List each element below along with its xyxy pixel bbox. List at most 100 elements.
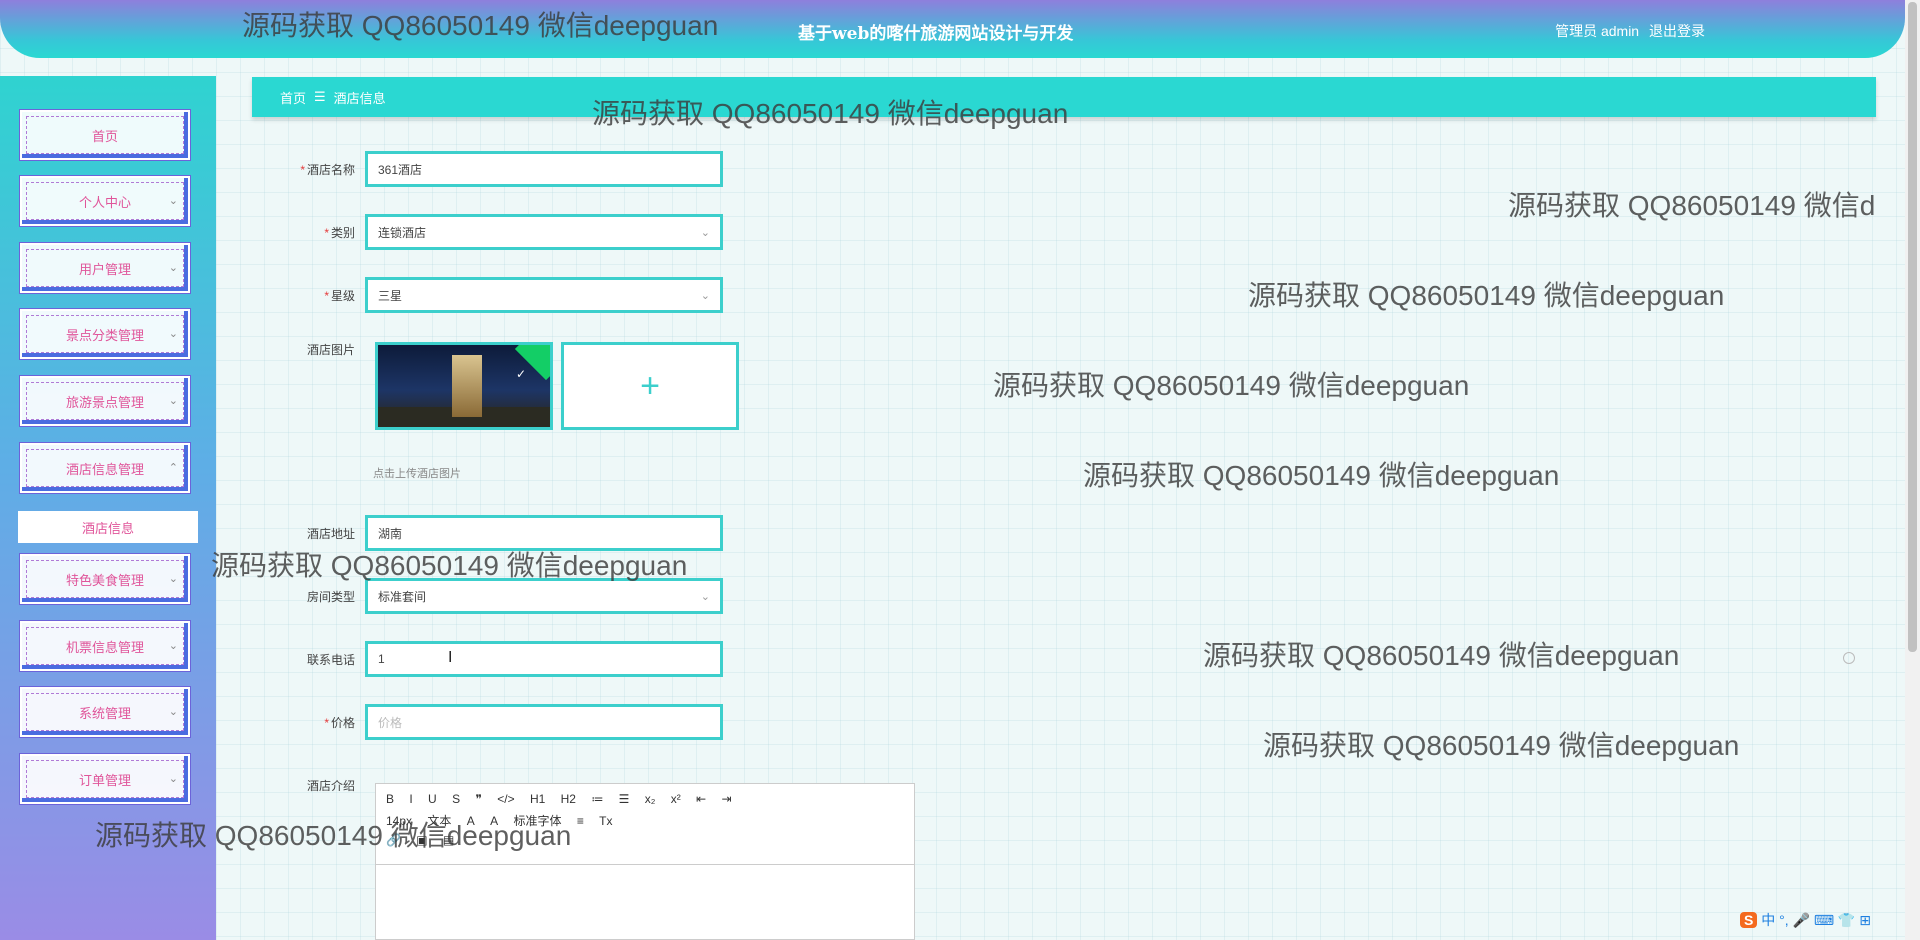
code-button[interactable]: </> [497,792,514,806]
video-icon[interactable]: ▤ [443,833,454,847]
watermark: 源码获取 QQ86050149 微信deepguan [1083,460,1560,491]
sidebar-item-profile[interactable]: 个人中心 ⌄ [20,176,190,226]
clear-format-button[interactable]: Tx [599,814,612,828]
bold-button[interactable]: B [386,792,394,806]
required-mark: * [324,225,329,240]
indent-button[interactable]: ⇥ [722,792,732,806]
form-row-phone: 联系电话 1 [270,641,723,677]
sidebar-item-label: 用户管理 [26,249,184,287]
category-label: * 类别 [270,224,365,241]
address-label: 酒店地址 [306,526,355,541]
link-icon[interactable]: 🔗 [386,833,401,847]
sidebar-item-orders[interactable]: 订单管理 ⌄ [20,754,190,804]
sidebar-item-label: 特色美食管理 [26,560,184,598]
font-family-select[interactable]: 标准字体 [513,812,561,829]
subscript-button[interactable]: x₂ [645,792,656,806]
watermark: 源码获取 QQ86050149 微信d [1508,190,1876,221]
background-color-button[interactable]: A [490,814,498,828]
image-upload-button[interactable]: + [561,342,739,430]
check-icon: ✓ [515,367,526,381]
room-type-label: 房间类型 [306,589,355,604]
scrollbar-thumb[interactable] [1908,2,1917,652]
ime-lang[interactable]: 中 [1761,912,1775,928]
outdent-button[interactable]: ⇤ [696,792,706,806]
sidebar-item-users[interactable]: 用户管理 ⌄ [20,243,190,293]
h1-button[interactable]: H1 [530,792,545,806]
superscript-button[interactable]: x² [671,792,681,806]
chevron-down-icon: ⌄ [168,262,178,274]
sidebar-item-food[interactable]: 特色美食管理 ⌄ [20,554,190,604]
sidebar-item-flights[interactable]: 机票信息管理 ⌄ [20,621,190,671]
sidebar-item-spot-category[interactable]: 景点分类管理 ⌄ [20,309,190,359]
room-type-select[interactable]: 标准套间 ⌄ [365,578,723,614]
chevron-down-icon: ⌄ [700,591,710,603]
phone-input[interactable]: 1 [365,641,723,677]
star-label: * 星级 [270,287,365,304]
ime-icons[interactable]: °, 🎤 ⌨ 👕 ⊞ [1779,912,1871,928]
watermark: 源码获取 QQ86050149 微信deepguan [993,370,1470,401]
chevron-down-icon: ⌄ [168,395,178,407]
hotel-name-label: * 酒店名称 [270,161,365,178]
sidebar-item-hotels[interactable]: 酒店信息管理 ⌃ [20,443,190,493]
sidebar-item-spots[interactable]: 旅游景点管理 ⌄ [20,376,190,426]
star-select[interactable]: 三星 ⌄ [365,277,723,313]
form-row-address: 酒店地址 湖南 [270,515,723,551]
rich-text-editor[interactable]: B I U S ❞ </> H1 H2 ≔ ☰ x₂ x² ⇤ ⇥ 14px 文… [375,783,915,940]
bullet-list-button[interactable]: ☰ [619,792,630,806]
chevron-down-icon: ⌄ [168,706,178,718]
address-input[interactable]: 湖南 [365,515,723,551]
upload-tip: 点击上传酒店图片 [373,468,461,480]
category-select[interactable]: 连锁酒店 ⌄ [365,214,723,250]
form-row-hotel-name: * 酒店名称 361酒店 [270,151,723,187]
image-label: 酒店图片 [306,343,355,357]
breadcrumb: 首页 ☰ 酒店信息 [252,77,1876,117]
logout-link[interactable]: 退出登录 [1649,23,1705,39]
image-icon[interactable]: ▣ [416,833,427,847]
align-button[interactable]: ≡ [577,814,584,828]
hotel-image-thumbnail[interactable]: ✓ [375,342,553,430]
h2-button[interactable]: H2 [561,792,576,806]
sidebar-item-label: 首页 [26,116,184,154]
header-select[interactable]: 文本 [427,812,451,829]
text-cursor-icon: I [448,649,453,666]
sidebar-item-label: 订单管理 [26,760,184,798]
ordered-list-button[interactable]: ≔ [591,792,603,806]
chevron-down-icon: ⌄ [168,573,178,585]
sogou-logo-icon: S [1740,912,1758,928]
sidebar: 首页 个人中心 ⌄ 用户管理 ⌄ 景点分类管理 ⌄ 旅游景点管理 ⌄ 酒店信息管… [0,76,216,940]
required-mark: * [300,162,305,177]
scroll-dot-icon [1843,652,1855,664]
quote-button[interactable]: ❞ [475,792,481,806]
italic-button[interactable]: I [409,792,412,806]
form-row-intro: 酒店介绍 [270,767,365,803]
form-row-price: * 价格 价格 [270,704,723,740]
price-label: * 价格 [270,714,365,731]
font-color-button[interactable]: A [467,814,475,828]
top-header: 基于web的喀什旅游网站设计与开发 管理员 admin 退出登录 [0,0,1905,58]
font-size-select[interactable]: 14px [386,814,412,828]
sidebar-item-system[interactable]: 系统管理 ⌄ [20,687,190,737]
price-input[interactable]: 价格 [365,704,723,740]
breadcrumb-home[interactable]: 首页 [280,88,306,107]
watermark: 源码获取 QQ86050149 微信deepguan [1248,280,1725,311]
form-row-room-type: 房间类型 标准套间 ⌄ [270,578,723,614]
intro-label: 酒店介绍 [306,778,355,793]
form-row-image: 酒店图片 [270,341,365,377]
chevron-down-icon: ⌄ [168,328,178,340]
sidebar-item-label: 景点分类管理 [26,315,184,353]
chevron-down-icon: ⌄ [700,290,710,302]
form-row-star: * 星级 三星 ⌄ [270,277,723,313]
chevron-down-icon: ⌄ [168,640,178,652]
scrollbar[interactable] [1905,0,1920,940]
hotel-name-input[interactable]: 361酒店 [365,151,723,187]
sidebar-item-label: 酒店信息管理 [26,449,184,487]
underline-button[interactable]: U [428,792,437,806]
label-text: 酒店名称 [306,162,355,177]
chevron-up-icon: ⌃ [168,462,178,474]
chevron-down-icon: ⌄ [700,227,710,239]
sidebar-subitem-hotel-info[interactable]: 酒店信息 [18,511,198,543]
strike-button[interactable]: S [452,792,460,806]
watermark: 源码获取 QQ86050149 微信deepguan [1263,730,1740,761]
sidebar-item-home[interactable]: 首页 [20,110,190,160]
ime-toolbar[interactable]: S 中 °, 🎤 ⌨ 👕 ⊞ [1740,910,1871,930]
